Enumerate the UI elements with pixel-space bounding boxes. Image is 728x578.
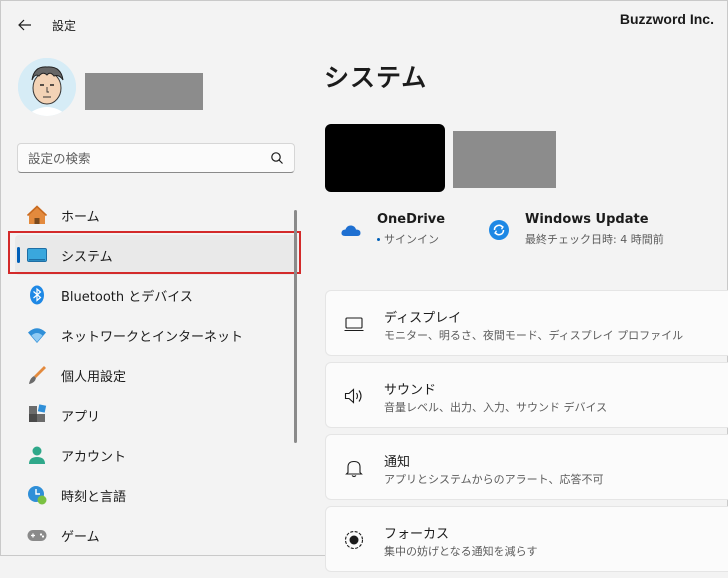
search-box[interactable] [17,143,295,173]
bluetooth-icon [26,284,48,306]
back-button[interactable] [14,14,36,36]
sidebar-item-network[interactable]: ネットワークとインターネット [15,315,298,355]
sidebar-item-bluetooth[interactable]: Bluetooth とデバイス [15,275,298,315]
sidebar-item-label: ゲーム [61,529,100,545]
page-title: システム [324,63,428,92]
sound-icon [343,385,365,407]
sidebar-item-personalization[interactable]: 個人用設定 [15,355,298,395]
sidebar-item-label: アカウント [61,449,127,465]
gaming-icon [26,524,48,546]
watermark: Buzzword Inc. [619,11,714,27]
time-language-icon [26,484,48,506]
card-description: 音量レベル、出力、入力、サウンド デバイス [384,401,608,414]
card-sound[interactable]: サウンド 音量レベル、出力、入力、サウンド デバイス [325,362,728,428]
sidebar-scrollbar[interactable] [294,210,297,443]
sidebar-item-label: ネットワークとインターネット [61,329,244,345]
app-title: 設定 [52,19,77,33]
sidebar-item-label: アプリ [61,409,101,425]
onedrive-icon [340,219,362,241]
display-icon [343,313,365,335]
card-notifications[interactable]: 通知 アプリとシステムからのアラート、応答不可 [325,434,728,500]
sidebar-item-apps[interactable]: アプリ [15,395,298,435]
card-title: ディスプレイ [384,311,462,326]
card-focus[interactable]: フォーカス 集中の妨げとなる通知を減らす [325,506,728,572]
personalization-icon [26,364,48,386]
card-description: モニター、明るさ、夜間モード、ディスプレイ プロファイル [384,329,684,342]
search-icon[interactable] [270,151,284,165]
settings-card-list: ディスプレイ モニター、明るさ、夜間モード、ディスプレイ プロファイル サウンド… [325,290,728,578]
search-input[interactable] [28,149,258,167]
sidebar-item-time-language[interactable]: 時刻と言語 [15,475,298,515]
network-icon [26,324,48,346]
avatar[interactable] [18,58,76,116]
sidebar-item-gaming[interactable]: ゲーム [15,515,298,555]
card-description: 集中の妨げとなる通知を減らす [384,545,538,558]
highlight-box [8,231,301,274]
sidebar-item-label: 時刻と言語 [61,489,127,505]
card-title: サウンド [384,383,437,398]
avatar-illustration-icon [18,58,76,116]
device-name-redacted [453,131,556,188]
windows-update-status[interactable]: Windows Update 最終チェック日時: 4 時間前 [488,211,664,247]
sidebar-item-label: Bluetooth とデバイス [61,289,193,305]
notification-bell-icon [343,457,365,479]
windows-update-status-text: 最終チェック日時: 4 時間前 [525,233,664,246]
sidebar-item-account[interactable]: アカウント [15,435,298,475]
onedrive-status[interactable]: OneDrive サインイン [340,211,445,247]
sidebar-item-home[interactable]: ホーム [15,195,298,235]
sidebar-item-label: 個人用設定 [61,369,127,385]
account-icon [26,444,48,466]
onedrive-title: OneDrive [377,212,446,227]
windows-update-title: Windows Update [525,212,649,227]
username-redacted [85,73,203,110]
home-icon [26,204,48,226]
card-description: アプリとシステムからのアラート、応答不可 [384,473,604,486]
sidebar-item-label: ホーム [61,209,100,225]
windows-update-icon [488,219,510,241]
card-display[interactable]: ディスプレイ モニター、明るさ、夜間モード、ディスプレイ プロファイル [325,290,728,356]
onedrive-status-text: サインイン [384,233,439,246]
card-title: 通知 [384,455,411,470]
device-image [325,124,445,192]
focus-icon [343,529,365,551]
back-arrow-icon [18,19,31,31]
apps-icon [26,404,48,426]
status-dot [377,237,380,241]
card-title: フォーカス [384,527,450,542]
